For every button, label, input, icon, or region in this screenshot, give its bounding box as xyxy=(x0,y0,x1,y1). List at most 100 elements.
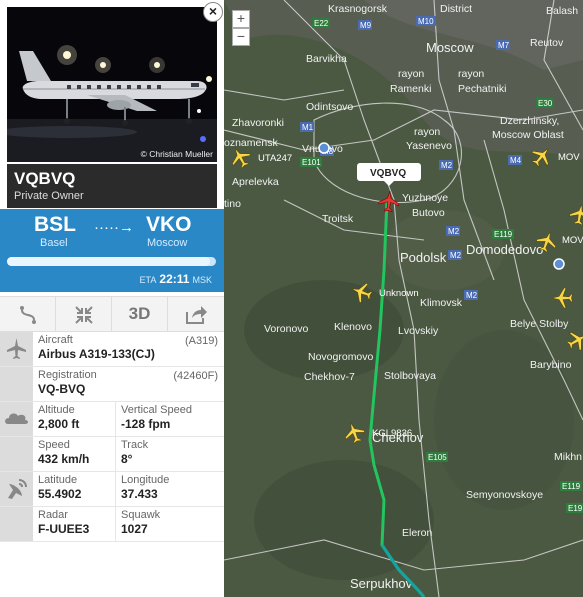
label-mov1: MOV xyxy=(558,152,580,163)
label-dzerzhinsky: Dzerzhinsky, xyxy=(500,115,559,127)
origin-city: Basel xyxy=(40,237,68,249)
selected-flight-label: VQBVQ xyxy=(370,168,406,179)
road-m2b: M2 xyxy=(448,227,460,236)
latitude-label: Latitude xyxy=(38,474,78,486)
airport-marker-vnukovo[interactable] xyxy=(318,142,330,154)
aircraft-icon-column xyxy=(0,332,33,366)
longitude-label: Longitude xyxy=(121,474,170,486)
share-button[interactable] xyxy=(168,297,223,331)
radar-label: Radar xyxy=(38,509,68,521)
eta-time: 22:11 xyxy=(159,272,190,286)
label-klenovo: Klenovo xyxy=(334,321,372,333)
label-rayon-ramenki: rayon xyxy=(398,68,424,80)
label-krasnogorsk: Krasnogorsk xyxy=(328,3,388,15)
column-divider xyxy=(115,507,116,541)
destination-city: Moscow xyxy=(147,237,188,249)
label-podolsk: Podolsk xyxy=(400,250,447,265)
label-reutov: Reutov xyxy=(530,37,564,49)
callsign-header: VQBVQ Private Owner xyxy=(7,164,217,208)
label-moscow: Moscow xyxy=(426,40,474,55)
label-barvikha: Barvikha xyxy=(306,53,347,65)
label-mov2: MOV xyxy=(562,235,583,246)
label-rayon-pechatniki: rayon xyxy=(458,68,484,80)
route-section: BSL Basel ·····→ VKO Moscow ETA 22:11 MS… xyxy=(0,209,224,292)
label-yasenevo: Yasenevo xyxy=(406,140,452,152)
photo-credit: © Christian Mueller xyxy=(140,149,213,159)
label-aprelevka: Aprelevka xyxy=(232,176,279,188)
label-serpukhov: Serpukhov xyxy=(350,576,413,591)
label-balash: Balash xyxy=(546,5,578,17)
road-e119b: E119 xyxy=(562,482,581,491)
aircraft-photo[interactable]: © Christian Mueller xyxy=(7,7,217,162)
label-klimovsk: Klimovsk xyxy=(420,297,463,309)
flight-progress-fill xyxy=(7,257,210,266)
destination-code[interactable]: VKO xyxy=(146,213,192,237)
view-3d-button[interactable]: 3D xyxy=(112,297,168,331)
label-mikhn: Mikhn xyxy=(554,451,582,463)
latitude-value: 55.4902 xyxy=(38,487,82,501)
road-m2c: M2 xyxy=(450,251,462,260)
label-moscow-oblast: Moscow Oblast xyxy=(492,129,564,141)
zoom-out-button[interactable]: − xyxy=(232,28,250,46)
aircraft-value: Airbus A319-133(CJ) xyxy=(38,347,155,361)
close-button[interactable]: × xyxy=(203,2,223,22)
map-canvas[interactable]: E22 M9 M10 M7 M1 E30 E101 M3 M4 M2 M2 M2… xyxy=(224,0,583,597)
column-divider xyxy=(115,437,116,471)
airport-marker-domodedovo[interactable] xyxy=(553,258,565,270)
position-row: Latitude 55.4902 Longitude 37.433 xyxy=(0,472,224,507)
aircraft-row: Aircraft Airbus A319-133(CJ) (A319) xyxy=(0,332,224,367)
road-e30: E30 xyxy=(538,99,553,108)
label-troitsk: Troitsk xyxy=(322,213,354,225)
airplane-icon xyxy=(7,338,26,359)
label-zhavoronki: Zhavoronki xyxy=(232,117,284,129)
speed-row: Speed 432 km/h Track 8° xyxy=(0,437,224,472)
label-kgl9836: KGL9836 xyxy=(372,428,412,439)
route-arrow-icon: ·····→ xyxy=(94,219,134,236)
origin-code[interactable]: BSL xyxy=(34,213,76,237)
cloud-icon xyxy=(5,413,28,424)
route-icon xyxy=(19,306,36,325)
registration-icon-column xyxy=(0,367,33,401)
radar-row: Radar F-UUEE3 Squawk 1027 xyxy=(0,507,224,542)
speed-label: Speed xyxy=(38,439,70,451)
speed-value: 432 km/h xyxy=(38,452,90,466)
owner-name: Private Owner xyxy=(14,190,84,202)
eta-timezone: MSK xyxy=(192,275,212,285)
label-rayon-yasenevo: rayon xyxy=(414,126,440,138)
label-stolbovaya: Stolbovaya xyxy=(384,370,436,382)
vspeed-label: Vertical Speed xyxy=(121,404,192,416)
label-odintsovo: Odintsovo xyxy=(306,101,353,113)
label-lvovskiy: Lvovskiy xyxy=(398,325,439,337)
label-domodedovo: Domodedovo xyxy=(466,242,543,257)
zoom-in-button[interactable]: + xyxy=(232,10,250,28)
road-e22: E22 xyxy=(314,19,329,28)
vspeed-value: -128 fpm xyxy=(121,417,171,431)
fit-view-button[interactable] xyxy=(56,297,112,331)
panel-toolbar: 3D xyxy=(0,296,224,332)
callsign: VQBVQ xyxy=(14,169,76,188)
altitude-row: Altitude 2,800 ft Vertical Speed -128 fp… xyxy=(0,402,224,437)
road-m4: M4 xyxy=(510,156,522,165)
aircraft-label: Aircraft xyxy=(38,334,73,346)
share-icon xyxy=(185,306,207,325)
road-m1: M1 xyxy=(302,123,314,132)
label-district: District xyxy=(440,3,472,15)
label-pechatniki: Pechatniki xyxy=(458,83,506,95)
road-m10: M10 xyxy=(418,17,434,26)
label-unknown: Unknown xyxy=(379,288,419,299)
label-uta247: UTA247 xyxy=(258,153,292,164)
label-yuzhnoye: Yuzhnoye xyxy=(402,192,448,204)
forest-area-south xyxy=(254,460,434,580)
flight-map[interactable]: E22 M9 M10 M7 M1 E30 E101 M3 M4 M2 M2 M2… xyxy=(224,0,583,597)
altitude-value: 2,800 ft xyxy=(38,417,80,431)
label-semyonovskoye: Semyonovskoye xyxy=(466,489,543,501)
compress-icon xyxy=(74,306,93,324)
road-e101: E101 xyxy=(302,158,321,167)
speed-icon-column xyxy=(0,437,33,471)
label-oznamensk: oznamensk xyxy=(224,137,278,149)
altitude-label: Altitude xyxy=(38,404,75,416)
label-ramenki: Ramenki xyxy=(390,83,431,95)
flight-progress-bar xyxy=(7,257,216,266)
eta-label: ETA xyxy=(139,275,157,285)
route-button[interactable] xyxy=(0,297,56,331)
